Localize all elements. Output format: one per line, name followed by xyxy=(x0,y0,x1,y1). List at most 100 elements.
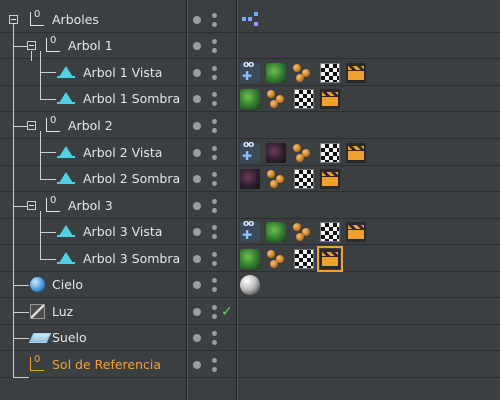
collapse-icon[interactable] xyxy=(27,121,36,130)
object-row-arbol1-vista[interactable]: Arbol 1 Vista xyxy=(0,60,500,86)
tree-texture-tag-icon[interactable] xyxy=(266,222,286,242)
object-label[interactable]: Arbol 2 xyxy=(68,118,113,133)
object-row-arbol3-vista[interactable]: Arbol 3 Vista xyxy=(0,219,500,245)
render-visibility-dots[interactable] xyxy=(212,199,217,213)
render-tag-icon[interactable] xyxy=(346,143,366,163)
render-tag-icon[interactable] xyxy=(346,63,366,83)
object-row-suelo[interactable]: Suelo xyxy=(0,325,500,351)
editor-visibility-dot[interactable] xyxy=(193,149,201,157)
particle-tag-icon[interactable] xyxy=(292,143,312,163)
render-visibility-dots[interactable] xyxy=(212,13,217,27)
editor-visibility-dot[interactable] xyxy=(193,308,201,316)
render-visibility-dots[interactable] xyxy=(212,225,217,239)
render-visibility-dots[interactable] xyxy=(212,39,217,53)
render-tag-icon[interactable] xyxy=(320,169,340,189)
object-label[interactable]: Sol de Referencia xyxy=(52,357,161,372)
editor-visibility-dot[interactable] xyxy=(193,69,201,77)
object-name-cell[interactable]: Arbol 3 Vista xyxy=(0,219,186,245)
object-label[interactable]: Arbol 2 Vista xyxy=(83,145,162,160)
object-name-cell[interactable]: Arbol 1 Sombra xyxy=(0,86,186,112)
render-visibility-dots[interactable] xyxy=(212,66,217,80)
object-name-cell[interactable]: Arbol 2 Vista xyxy=(0,140,186,166)
target-tag-icon[interactable] xyxy=(240,60,260,83)
checker-texture-tag-icon[interactable] xyxy=(320,222,340,242)
object-row-arbol1-sombra[interactable]: Arbol 1 Sombra xyxy=(0,86,500,112)
object-row-luz[interactable]: Luz ✓ xyxy=(0,299,500,325)
object-row-arbol2-vista[interactable]: Arbol 2 Vista xyxy=(0,140,500,166)
editor-visibility-dot[interactable] xyxy=(193,228,201,236)
object-row-sol[interactable]: 0 Sol de Referencia xyxy=(0,352,500,378)
render-visibility-dots[interactable] xyxy=(212,119,217,133)
object-name-cell[interactable]: Arbol 3 Sombra xyxy=(0,246,186,272)
object-row-arbol3-sombra[interactable]: Arbol 3 Sombra xyxy=(0,246,500,272)
editor-visibility-dot[interactable] xyxy=(193,255,201,263)
collapse-icon[interactable] xyxy=(27,201,36,210)
enabled-check-icon[interactable]: ✓ xyxy=(221,305,233,319)
object-name-cell[interactable]: Arbol 2 Sombra xyxy=(0,166,186,192)
editor-visibility-dot[interactable] xyxy=(193,95,201,103)
object-label[interactable]: Suelo xyxy=(52,330,87,345)
object-label[interactable]: Arbol 1 Vista xyxy=(83,65,162,80)
target-tag-icon[interactable] xyxy=(240,140,260,163)
render-tag-icon[interactable] xyxy=(320,89,340,109)
object-label[interactable]: Arbol 2 Sombra xyxy=(83,171,180,186)
render-tag-icon-selected[interactable] xyxy=(317,246,343,272)
object-label[interactable]: Arbol 3 xyxy=(68,198,113,213)
checker-texture-tag-icon[interactable] xyxy=(294,249,314,269)
object-label[interactable]: Arbol 1 xyxy=(68,38,113,53)
particle-tag-icon[interactable] xyxy=(266,169,286,189)
render-visibility-dots[interactable] xyxy=(212,305,217,319)
editor-visibility-dot[interactable] xyxy=(193,334,201,342)
render-visibility-dots[interactable] xyxy=(212,92,217,106)
render-visibility-dots[interactable] xyxy=(212,146,217,160)
render-visibility-dots[interactable] xyxy=(212,252,217,266)
editor-visibility-dot[interactable] xyxy=(193,122,201,130)
tree-texture-tag-icon[interactable] xyxy=(266,63,286,83)
checker-texture-tag-icon[interactable] xyxy=(294,89,314,109)
object-row-arboles[interactable]: 0 Arboles xyxy=(0,7,500,33)
dark-tree-texture-tag-icon[interactable] xyxy=(240,169,260,189)
object-name-cell[interactable]: 0 Sol de Referencia xyxy=(0,352,186,378)
object-row-arbol3[interactable]: 0 Arbol 3 xyxy=(0,193,500,219)
checker-texture-tag-icon[interactable] xyxy=(294,169,314,189)
tree-texture-tag-icon[interactable] xyxy=(240,249,260,269)
editor-visibility-dot[interactable] xyxy=(193,175,201,183)
dark-tree-texture-tag-icon[interactable] xyxy=(266,143,286,163)
tree-texture-tag-icon[interactable] xyxy=(240,89,260,109)
object-name-cell[interactable]: Arbol 1 Vista xyxy=(0,60,186,86)
particle-tag-icon[interactable] xyxy=(292,222,312,242)
checker-texture-tag-icon[interactable] xyxy=(320,63,340,83)
particle-tag-icon[interactable] xyxy=(292,63,312,83)
render-visibility-dots[interactable] xyxy=(212,358,217,372)
object-row-arbol1[interactable]: 0 Arbol 1 xyxy=(0,33,500,59)
collapse-icon[interactable] xyxy=(27,41,36,50)
checker-texture-tag-icon[interactable] xyxy=(320,143,340,163)
collapse-icon[interactable] xyxy=(9,15,18,24)
object-name-cell[interactable]: 0 Arbol 2 xyxy=(0,113,186,139)
editor-visibility-dot[interactable] xyxy=(193,16,201,24)
editor-visibility-dot[interactable] xyxy=(193,281,201,289)
object-label[interactable]: Arbol 3 Sombra xyxy=(83,251,180,266)
render-visibility-dots[interactable] xyxy=(212,172,217,186)
xpresso-tag-icon[interactable] xyxy=(240,10,260,30)
object-label[interactable]: Arbol 1 Sombra xyxy=(83,91,180,106)
particle-tag-icon[interactable] xyxy=(266,89,286,109)
object-label[interactable]: Cielo xyxy=(52,277,83,292)
target-tag-icon[interactable] xyxy=(240,219,260,242)
object-name-cell[interactable]: 0 Arboles xyxy=(0,7,186,33)
particle-tag-icon[interactable] xyxy=(266,249,286,269)
editor-visibility-dot[interactable] xyxy=(193,42,201,50)
sky-texture-tag-icon[interactable] xyxy=(240,275,260,295)
object-row-cielo[interactable]: Cielo xyxy=(0,272,500,298)
object-name-cell[interactable]: 0 Arbol 1 xyxy=(0,33,186,59)
render-visibility-dots[interactable] xyxy=(212,278,217,292)
object-label[interactable]: Arbol 3 Vista xyxy=(83,224,162,239)
object-name-cell[interactable]: 0 Arbol 3 xyxy=(0,193,186,219)
editor-visibility-dot[interactable] xyxy=(193,202,201,210)
object-label[interactable]: Luz xyxy=(52,304,73,319)
editor-visibility-dot[interactable] xyxy=(193,361,201,369)
render-visibility-dots[interactable] xyxy=(212,331,217,345)
render-tag-icon[interactable] xyxy=(346,222,366,242)
object-row-arbol2[interactable]: 0 Arbol 2 xyxy=(0,113,500,139)
object-label[interactable]: Arboles xyxy=(52,12,99,27)
